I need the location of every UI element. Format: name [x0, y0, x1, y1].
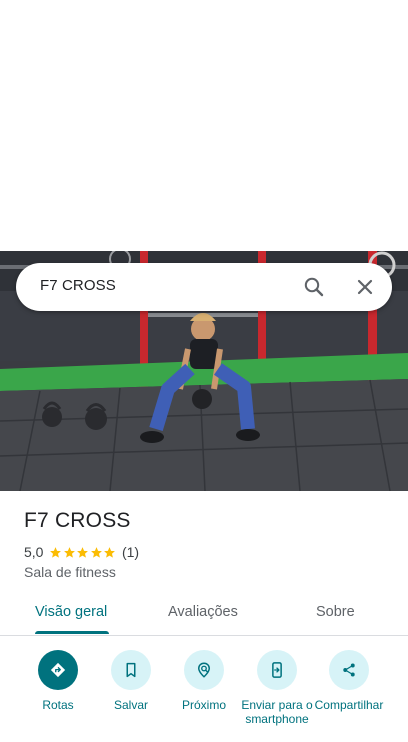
- nearby-button[interactable]: Próximo: [164, 650, 244, 712]
- star-icon: [77, 546, 89, 558]
- active-tab-indicator: [35, 631, 109, 634]
- send-to-phone-button[interactable]: Enviar para o smartphone: [237, 650, 317, 726]
- send-to-phone-icon: [257, 650, 297, 690]
- nearby-label: Próximo: [181, 698, 226, 712]
- directions-button[interactable]: Rotas: [18, 650, 98, 712]
- tab-bar: Visão geral Avaliações Sobre: [0, 596, 408, 636]
- send-to-phone-label: Enviar para o smartphone: [241, 698, 313, 726]
- share-label: Compartilhar: [314, 698, 384, 712]
- rating-stars: [49, 546, 117, 559]
- nearby-icon: [184, 650, 224, 690]
- place-name: F7 CROSS: [24, 509, 131, 532]
- star-icon: [91, 546, 102, 558]
- tab-reviews[interactable]: Avaliações: [168, 604, 238, 620]
- tab-about[interactable]: Sobre: [316, 604, 355, 620]
- star-icon: [104, 546, 116, 558]
- save-label: Salvar: [113, 698, 148, 712]
- star-icon: [64, 546, 75, 558]
- star-icon: [50, 546, 62, 558]
- rating-value: 5,0: [24, 544, 44, 560]
- share-button[interactable]: Compartilhar: [309, 650, 389, 712]
- save-button[interactable]: Salvar: [91, 650, 171, 712]
- tab-overview[interactable]: Visão geral: [35, 604, 107, 620]
- review-count: (1): [121, 544, 140, 560]
- rating-row[interactable]: 5,0 (1): [24, 543, 139, 561]
- directions-icon: [38, 650, 78, 690]
- share-icon: [329, 650, 369, 690]
- action-bar: Rotas Salvar Próximo Enviar para o smart…: [0, 650, 408, 742]
- bookmark-icon: [111, 650, 151, 690]
- close-icon[interactable]: [353, 275, 377, 299]
- search-icon[interactable]: [302, 275, 326, 299]
- search-bar[interactable]: F7 CROSS: [16, 263, 392, 311]
- directions-label: Rotas: [42, 698, 74, 712]
- search-input[interactable]: F7 CROSS: [40, 277, 116, 294]
- place-category: Sala de fitness: [24, 564, 116, 580]
- map-area[interactable]: [0, 0, 408, 251]
